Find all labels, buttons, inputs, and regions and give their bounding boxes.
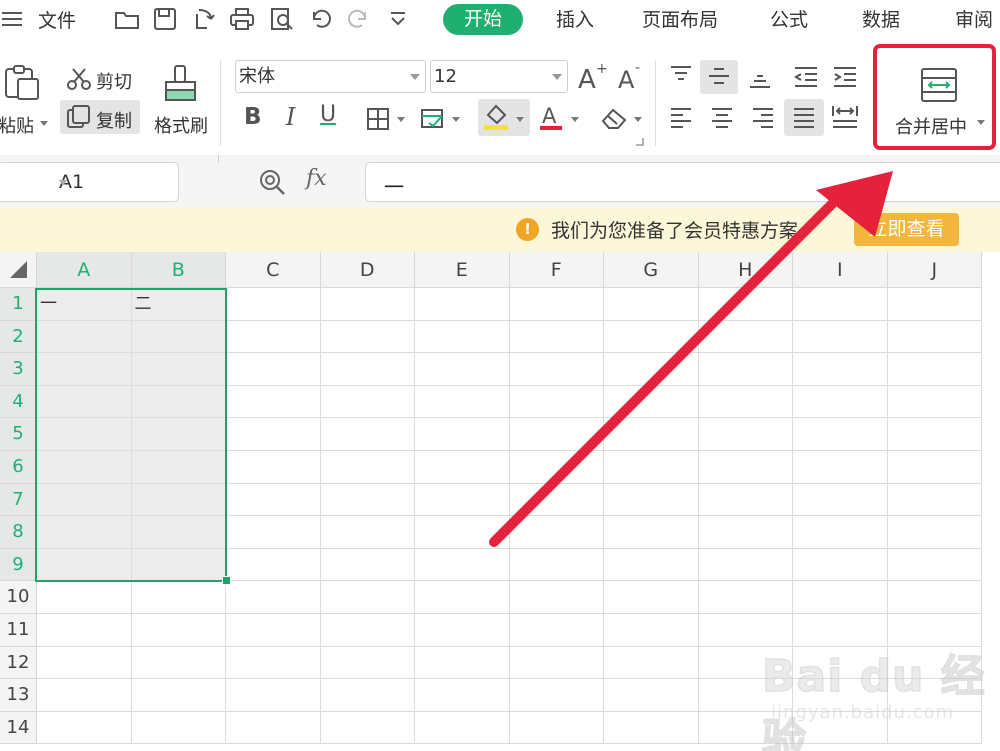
- watermark-url: jingyan.baidu.com: [771, 702, 955, 723]
- red-arrow-annotation: [489, 171, 893, 547]
- baidu-jingyan-watermark: Bai du 经验 jingyan.baidu.com: [761, 640, 998, 751]
- watermark-logo: Bai du 经验: [761, 650, 986, 751]
